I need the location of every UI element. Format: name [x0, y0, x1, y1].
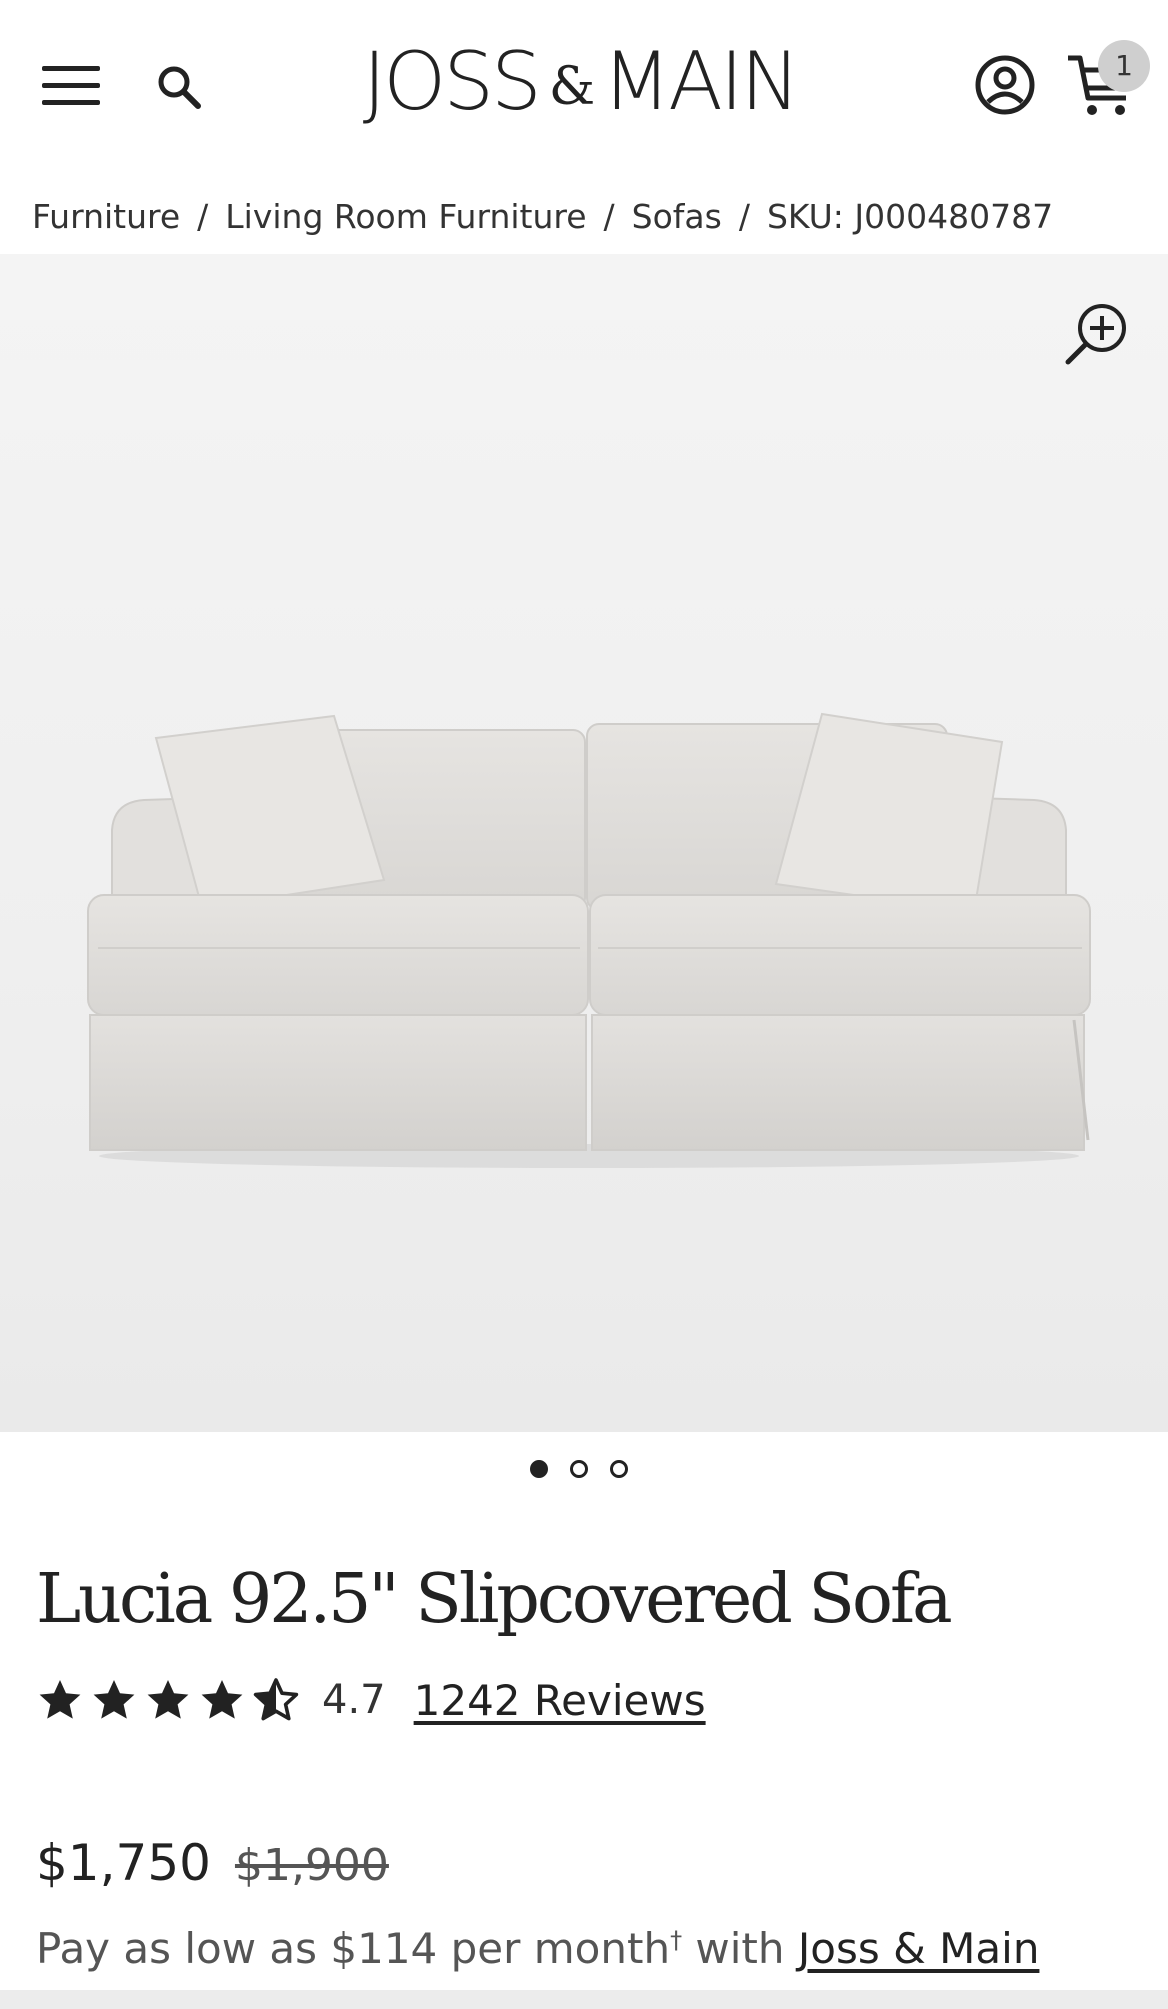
logo-text-left: JOSS	[362, 34, 542, 128]
menu-icon-bar	[42, 100, 100, 105]
reviews-link[interactable]: 1242 Reviews	[414, 1676, 706, 1725]
original-price: $1,900	[234, 1840, 389, 1891]
logo-ampersand: &	[548, 57, 595, 117]
star-icon	[93, 1680, 135, 1719]
cart-count-badge: 1	[1098, 40, 1150, 92]
bottom-edge	[0, 1990, 1168, 2009]
menu-button[interactable]	[42, 62, 102, 110]
menu-icon-bar	[42, 83, 100, 88]
breadcrumb-sku: SKU: J000480787	[766, 196, 1054, 236]
breadcrumb-living-room-furniture[interactable]: Living Room Furniture	[225, 197, 586, 236]
rating-row: 4.7 1242 Reviews	[36, 1670, 1136, 1730]
zoom-in-icon	[1065, 304, 1126, 365]
menu-icon-bar	[42, 66, 100, 71]
zoom-button[interactable]	[1060, 300, 1130, 370]
star-icon	[201, 1680, 243, 1719]
financing-footnote-mark: †	[670, 1926, 683, 1954]
account-button[interactable]	[972, 52, 1038, 118]
site-logo[interactable]: JOSS & MAIN	[330, 34, 830, 128]
sofa-product-image	[87, 712, 1091, 1168]
breadcrumb-separator: /	[738, 196, 750, 236]
star-rating	[36, 1676, 300, 1724]
half-star-icon	[253, 1678, 299, 1721]
breadcrumb-furniture[interactable]: Furniture	[32, 197, 180, 236]
product-title: Lucia 92.5" Slipcovered Sofa	[36, 1560, 953, 1639]
account-icon	[975, 55, 1035, 115]
gallery-dot[interactable]	[570, 1460, 588, 1478]
breadcrumb: Furniture / Living Room Furniture / Sofa…	[32, 196, 1152, 236]
financing-with: with	[682, 1924, 798, 1973]
financing-text: Pay as low as $114 per month	[36, 1924, 671, 1973]
breadcrumb-separator: /	[603, 196, 615, 236]
gallery-dot[interactable]	[610, 1460, 628, 1478]
logo-text-right: MAIN	[602, 34, 800, 128]
breadcrumb-sofas[interactable]: Sofas	[632, 197, 722, 236]
financing-link[interactable]: Joss & Main	[798, 1924, 1040, 1973]
sale-price: $1,750	[36, 1834, 211, 1892]
price-row: $1,750 $1,900	[36, 1834, 1136, 1898]
star-icon	[39, 1680, 81, 1719]
rating-value: 4.7	[322, 1677, 386, 1723]
breadcrumb-separator: /	[197, 196, 209, 236]
star-icon	[147, 1680, 189, 1719]
gallery-pagination	[530, 1455, 660, 1483]
financing-offer: Pay as low as $114 per month† with Joss …	[36, 1924, 1156, 1980]
site-header: JOSS & MAIN 1	[0, 0, 1168, 170]
gallery-dot[interactable]	[530, 1460, 548, 1478]
search-icon	[158, 66, 201, 109]
search-button[interactable]	[152, 60, 208, 116]
